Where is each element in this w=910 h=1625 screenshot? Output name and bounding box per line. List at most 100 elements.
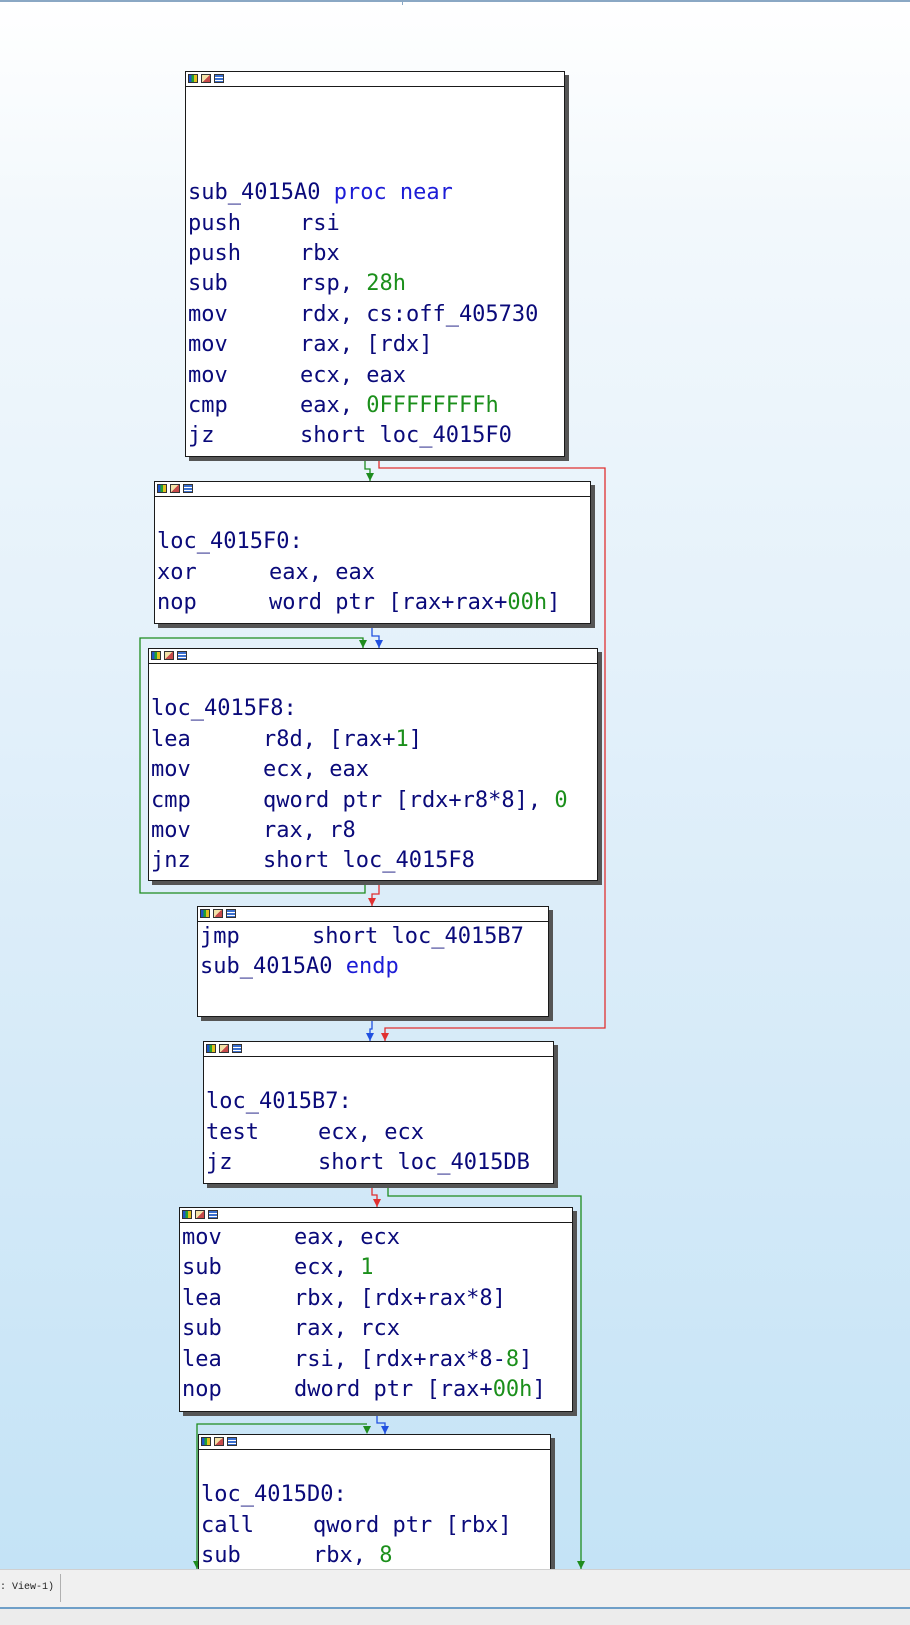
instruction-token: loc_4015B7: bbox=[206, 1089, 352, 1115]
code-line[interactable]: mov ecx, eax bbox=[151, 755, 597, 785]
instruction-token: ecx, ecx bbox=[318, 1119, 424, 1145]
edit-icon[interactable] bbox=[164, 651, 174, 660]
code-block-loc-4015f0[interactable]: loc_4015F0: xor eax, eax nop word ptr [rax+r… bbox=[154, 481, 591, 624]
list-icon[interactable] bbox=[232, 1044, 242, 1053]
code-line[interactable]: sub ecx, 1 bbox=[182, 1253, 572, 1283]
edit-icon[interactable] bbox=[213, 909, 223, 918]
graph-icon[interactable] bbox=[200, 909, 210, 918]
list-icon[interactable] bbox=[214, 74, 224, 83]
loop-exit-arrowhead bbox=[368, 898, 376, 906]
code-line[interactable]: mov rdx, cs:off_405730 bbox=[188, 300, 564, 330]
code-line[interactable]: cmp qword ptr [rdx+r8*8], 0 bbox=[151, 786, 597, 816]
code-line[interactable]: test ecx, ecx bbox=[206, 1118, 553, 1148]
instruction-mnemonic: cmp bbox=[188, 392, 228, 418]
instruction-token: 00h bbox=[492, 1376, 533, 1402]
code-line[interactable]: jmp short loc_4015B7 bbox=[200, 922, 548, 952]
loop-back-arrowhead bbox=[359, 640, 367, 648]
node-header-icons bbox=[182, 1210, 218, 1219]
edit-icon[interactable] bbox=[201, 74, 211, 83]
code-block-loc-4015d0[interactable]: loc_4015D0:call qword ptr [rbx] sub rbx, 8 bbox=[198, 1434, 551, 1569]
list-icon[interactable] bbox=[208, 1210, 218, 1219]
graph-icon[interactable] bbox=[157, 484, 167, 493]
code-block-loc-4015b7[interactable]: loc_4015B7:test ecx, ecx jz short loc_4015D… bbox=[203, 1041, 554, 1184]
list-icon[interactable] bbox=[177, 651, 187, 660]
status-view-label: : View-1) bbox=[0, 1582, 55, 1593]
code-block-loc-4015f8[interactable]: loc_4015F8: lea r8d, [rax+1] mov ecx, eax cmp… bbox=[148, 648, 598, 881]
code-line[interactable]: cmp eax, 0FFFFFFFFh bbox=[188, 391, 564, 421]
code-line[interactable]: sub_4015A0 proc near bbox=[188, 178, 564, 208]
code-line[interactable]: sub rbx, 8 bbox=[201, 1541, 550, 1569]
instruction-token: loc_4015F0: bbox=[157, 529, 303, 555]
instruction-token: loc_4015D0: bbox=[201, 1482, 347, 1508]
node-code: mov eax, ecx sub ecx, 1 lea rbx, [rdx+rax*8] s… bbox=[180, 1223, 572, 1405]
code-line[interactable]: nop dword ptr [rax+00h] bbox=[182, 1375, 572, 1405]
instruction-token: rax, [rdx] bbox=[300, 332, 433, 358]
instruction-token: ] bbox=[547, 590, 561, 616]
code-line[interactable]: jnz short loc_4015F8 bbox=[151, 846, 597, 876]
instruction-token: rbx, bbox=[313, 1543, 380, 1569]
instruction-token: rdx, cs:off_405730 bbox=[300, 301, 539, 327]
instruction-token: ecx, eax bbox=[263, 757, 369, 783]
instruction-mnemonic: jz bbox=[206, 1150, 233, 1176]
graph-view-canvas[interactable]: sub_4015A0 proc near push rsi push rbx sub rsp… bbox=[0, 0, 910, 1569]
edit-icon[interactable] bbox=[214, 1437, 224, 1446]
instruction-token: short loc_4015F8 bbox=[263, 848, 475, 874]
graph-icon[interactable] bbox=[151, 651, 161, 660]
list-icon[interactable] bbox=[226, 909, 236, 918]
code-line[interactable]: push rsi bbox=[188, 209, 564, 239]
node-code: loc_4015B7:test ecx, ecx jz short loc_4015D… bbox=[204, 1057, 553, 1179]
code-line[interactable]: mov rax, [rdx] bbox=[188, 330, 564, 360]
code-line[interactable]: loc_4015F8: bbox=[151, 694, 597, 724]
code-line[interactable]: push rbx bbox=[188, 239, 564, 269]
code-line[interactable]: loc_4015D0: bbox=[201, 1480, 550, 1510]
code-block-sub-4015a0[interactable]: sub_4015A0 proc near push rsi push rbx sub rsp… bbox=[185, 71, 565, 457]
true-branch-arrowhead bbox=[366, 473, 374, 481]
instruction-token: word ptr [rax+rax+ bbox=[269, 590, 508, 616]
list-icon[interactable] bbox=[227, 1437, 237, 1446]
code-line[interactable]: jz short loc_4015F0 bbox=[188, 421, 564, 451]
code-line[interactable]: loc_4015F0: bbox=[157, 527, 590, 557]
instruction-mnemonic: mov bbox=[188, 332, 228, 358]
instruction-token: ecx, eax bbox=[300, 362, 406, 388]
list-icon[interactable] bbox=[183, 484, 193, 493]
code-line[interactable]: loc_4015B7: bbox=[206, 1087, 553, 1117]
graph-icon[interactable] bbox=[188, 74, 198, 83]
edit-icon[interactable] bbox=[195, 1210, 205, 1219]
node-header bbox=[204, 1042, 553, 1057]
instruction-mnemonic: call bbox=[201, 1512, 254, 1538]
instruction-mnemonic: xor bbox=[157, 559, 197, 585]
code-line[interactable]: sub rax, rcx bbox=[182, 1314, 572, 1344]
code-line[interactable]: jz short loc_4015DB bbox=[206, 1148, 553, 1178]
code-block-jmp[interactable]: jmp short loc_4015B7 sub_4015A0 endp bbox=[197, 906, 549, 1017]
instruction-token: qword ptr [rbx] bbox=[313, 1512, 512, 1538]
edit-icon[interactable] bbox=[219, 1044, 229, 1053]
code-line[interactable]: lea rsi, [rdx+rax*8-8] bbox=[182, 1345, 572, 1375]
instruction-token: rax, r8 bbox=[263, 817, 356, 843]
graph-icon[interactable] bbox=[182, 1210, 192, 1219]
graph-icon[interactable] bbox=[201, 1437, 211, 1446]
instruction-token: rsp, bbox=[300, 271, 367, 297]
code-line[interactable]: mov rax, r8 bbox=[151, 816, 597, 846]
code-line[interactable]: nop word ptr [rax+rax+00h] bbox=[157, 588, 590, 618]
edit-icon[interactable] bbox=[170, 484, 180, 493]
code-block-loc-4015c0[interactable]: mov eax, ecx sub ecx, 1 lea rbx, [rdx+rax*8] s… bbox=[179, 1207, 573, 1412]
node-code: loc_4015F8: lea r8d, [rax+1] mov ecx, eax cmp… bbox=[149, 664, 597, 877]
instruction-mnemonic: mov bbox=[151, 817, 191, 843]
node-code: loc_4015F0: xor eax, eax nop word ptr [rax+r… bbox=[155, 497, 590, 619]
code-line[interactable]: lea r8d, [rax+1] bbox=[151, 725, 597, 755]
instruction-token: short loc_4015F0 bbox=[300, 423, 512, 449]
instruction-mnemonic: nop bbox=[157, 590, 197, 616]
code-line[interactable]: call qword ptr [rbx] bbox=[201, 1511, 550, 1541]
code-line[interactable]: sub_4015A0 endp bbox=[200, 952, 548, 982]
code-line[interactable]: mov eax, ecx bbox=[182, 1223, 572, 1253]
graph-icon[interactable] bbox=[206, 1044, 216, 1053]
code-line[interactable]: xor eax, eax bbox=[157, 558, 590, 588]
code-line[interactable]: lea rbx, [rdx+rax*8] bbox=[182, 1284, 572, 1314]
code-line[interactable]: mov ecx, eax bbox=[188, 361, 564, 391]
code-line[interactable]: sub rsp, 28h bbox=[188, 269, 564, 299]
instruction-mnemonic: test bbox=[206, 1119, 259, 1145]
